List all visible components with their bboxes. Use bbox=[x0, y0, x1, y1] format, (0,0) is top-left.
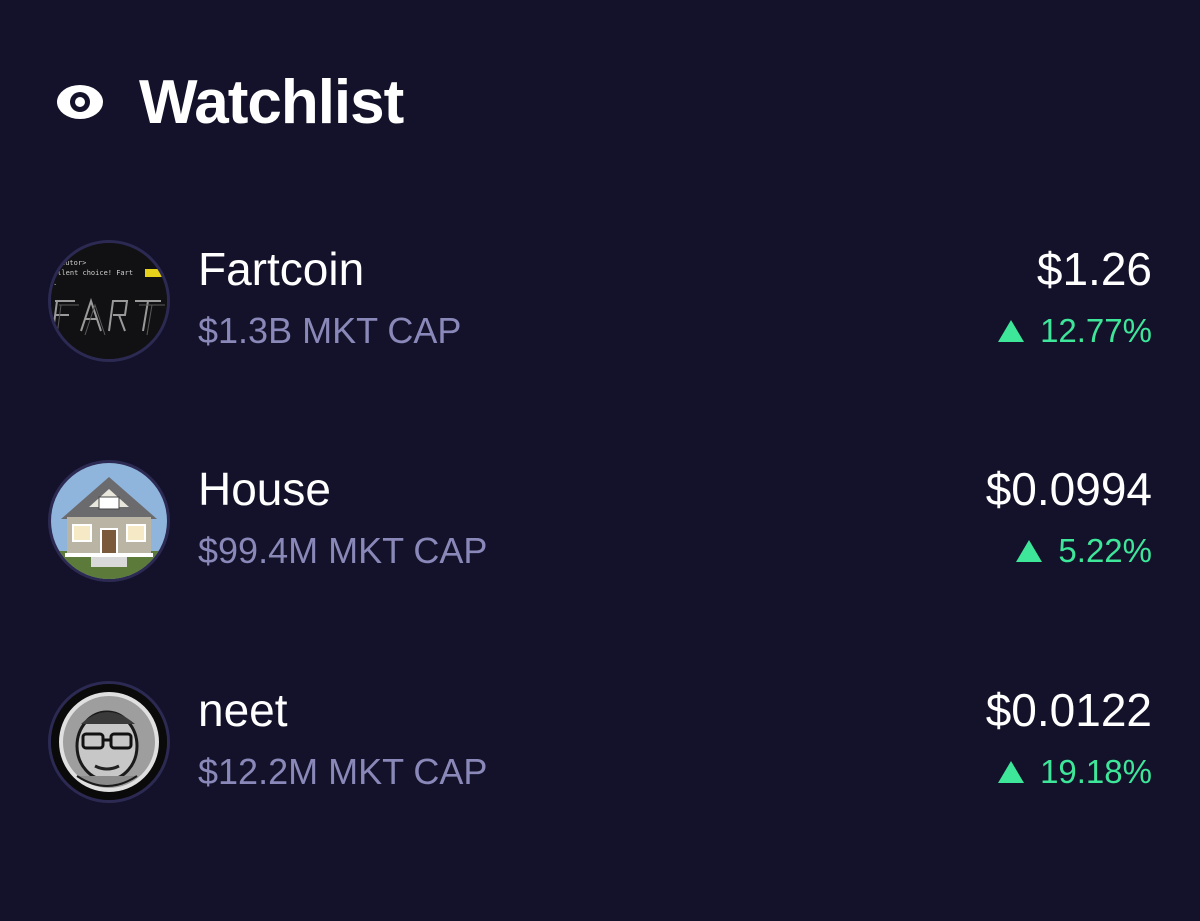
triangle-up-icon bbox=[998, 320, 1025, 342]
coin-name: House bbox=[198, 463, 331, 515]
watchlist-item-fartcoin[interactable]: tutor> ellent choice! Fart . Fartcoin $1… bbox=[48, 240, 1152, 370]
svg-text:ellent choice! Fart: ellent choice! Fart bbox=[53, 269, 133, 277]
price-change-value: 5.22% bbox=[1058, 532, 1152, 569]
triangle-up-icon bbox=[998, 761, 1025, 783]
fartcoin-logo-icon: tutor> ellent choice! Fart . bbox=[51, 243, 167, 359]
price-change-value: 12.77% bbox=[1040, 312, 1152, 349]
price-change: 5.22% bbox=[1016, 532, 1152, 570]
watchlist-item-house[interactable]: House $99.4M MKT CAP $0.0994 5.22% bbox=[48, 460, 1152, 590]
fartcoin-avatar: tutor> ellent choice! Fart . bbox=[48, 240, 170, 362]
eye-icon bbox=[57, 85, 103, 119]
svg-text:tutor>: tutor> bbox=[61, 259, 86, 267]
triangle-up-icon bbox=[1016, 540, 1043, 562]
house-avatar bbox=[48, 460, 170, 582]
house-logo-icon bbox=[51, 463, 167, 579]
market-cap: $12.2M MKT CAP bbox=[198, 751, 488, 792]
watchlist-page: Watchlist tutor> ellent choice! Fart . F… bbox=[0, 0, 1200, 921]
page-title: Watchlist bbox=[139, 67, 404, 137]
price-change-value: 19.18% bbox=[1040, 753, 1152, 790]
coin-name: Fartcoin bbox=[198, 243, 365, 295]
watchlist-header: Watchlist bbox=[55, 62, 404, 142]
price-change: 12.77% bbox=[998, 312, 1152, 350]
price: $0.0122 bbox=[985, 684, 1152, 736]
price: $1.26 bbox=[1036, 243, 1152, 295]
price: $0.0994 bbox=[985, 463, 1152, 515]
neet-logo-icon bbox=[51, 684, 167, 800]
price-change: 19.18% bbox=[998, 753, 1152, 791]
market-cap: $1.3B MKT CAP bbox=[198, 310, 462, 351]
market-cap: $99.4M MKT CAP bbox=[198, 530, 488, 571]
svg-text:.: . bbox=[53, 279, 57, 287]
neet-avatar bbox=[48, 681, 170, 803]
watchlist-item-neet[interactable]: neet $12.2M MKT CAP $0.0122 19.18% bbox=[48, 681, 1152, 811]
coin-name: neet bbox=[198, 684, 288, 736]
